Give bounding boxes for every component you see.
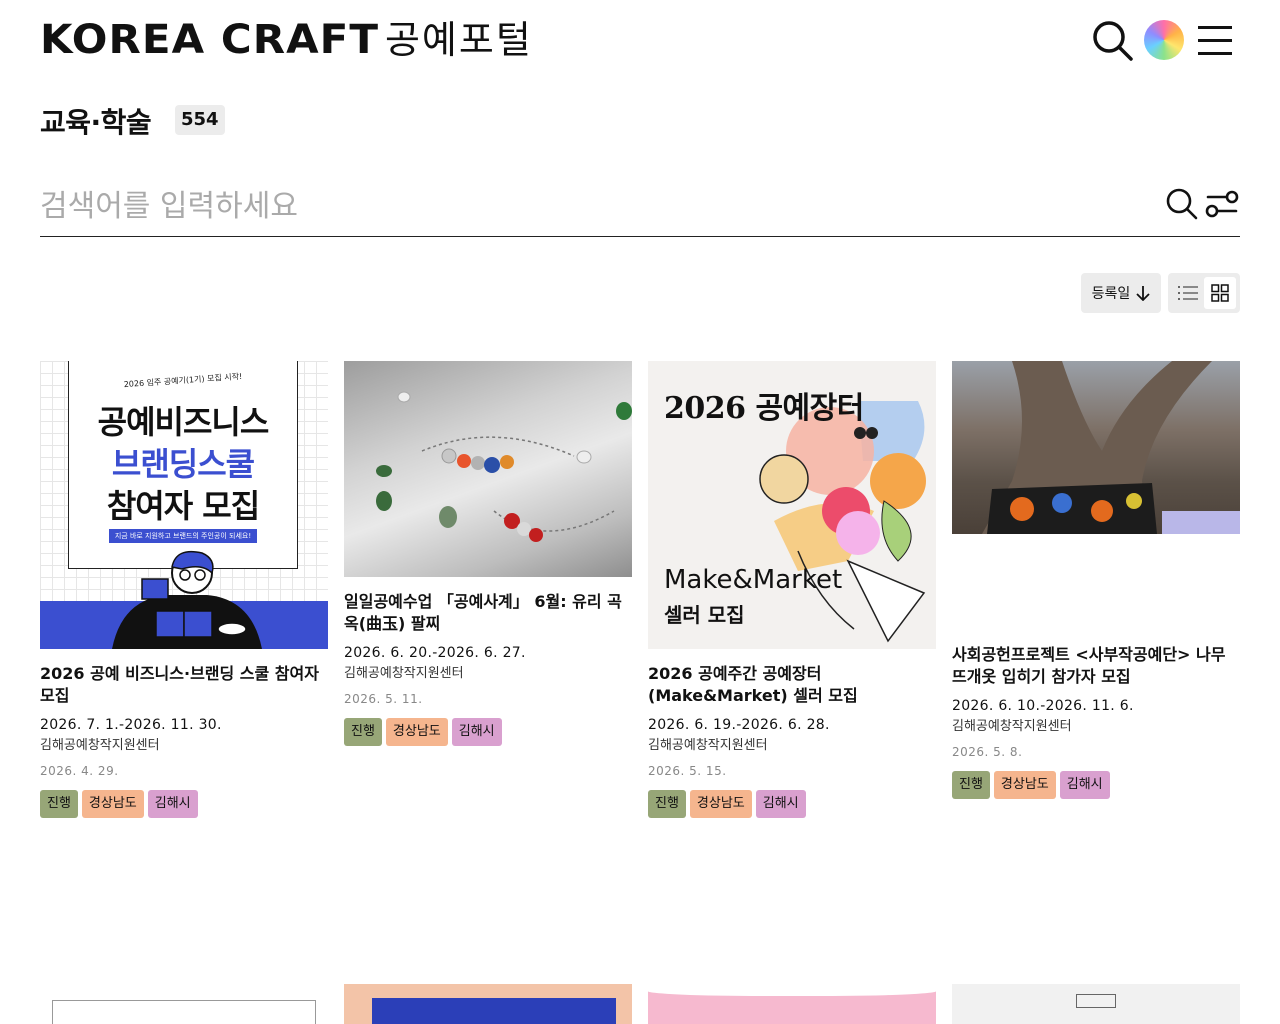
card-period: 2026. 6. 19.-2026. 6. 28. [648, 717, 830, 733]
tag-city: 김해시 [147, 790, 198, 818]
search-icon [1093, 21, 1133, 61]
card-thumbnail [1076, 994, 1116, 1008]
card-thumbnail [952, 361, 1240, 534]
tag-region: 경상남도 [81, 790, 144, 818]
tag-status: 진행 [952, 771, 990, 799]
result-count-badge: 554 [175, 105, 225, 135]
poster-small-text: 2026 임주 공예기(1기) 모집 시작! [123, 371, 243, 390]
poster-frame: 2026 임주 공예기(1기) 모집 시작! 공예비즈니스 브랜딩스쿨 참여자 … [68, 361, 298, 569]
tag-status: 진행 [344, 718, 382, 746]
site-logo[interactable]: KOREA CRAFT 공예포털 [40, 18, 533, 62]
card-thumbnail: 2026 임주 공예기(1기) 모집 시작! 공예비즈니스 브랜딩스쿨 참여자 … [40, 361, 328, 649]
program-card-next[interactable] [344, 984, 632, 1024]
poster-heading-2: 브랜딩스쿨 [111, 445, 255, 483]
program-card[interactable]: 일일공예수업 「공예사계」 6월: 유리 곡옥(曲玉) 팔찌 2026. 6. … [344, 361, 632, 746]
list-view-button[interactable] [1172, 277, 1204, 309]
program-card-next[interactable] [952, 984, 1240, 1024]
view-toggle [1168, 273, 1240, 313]
grid-view-icon [1211, 284, 1229, 302]
poster-heading-1: 공예비즈니스 [97, 403, 270, 441]
tag-city: 김해시 [755, 790, 806, 818]
card-thumbnail [648, 984, 936, 996]
poster-title: 2026 공예장터 [664, 391, 864, 426]
filter-button[interactable] [1204, 188, 1240, 220]
program-card-next[interactable] [40, 984, 328, 1024]
hamburger-menu-icon[interactable] [1196, 22, 1236, 58]
knitted-tree-photo [982, 361, 1240, 534]
program-card[interactable]: 2026 임주 공예기(1기) 모집 시작! 공예비즈니스 브랜딩스쿨 참여자 … [40, 361, 328, 818]
card-thumbnail [52, 1000, 316, 1024]
puzzle-person-illustration [112, 550, 262, 649]
program-card[interactable]: 사회공헌프로젝트 <사부작공예단> 나무뜨개옷 입히기 참가자 모집 2026.… [952, 361, 1240, 799]
poster-caption: 셀러 모집 [664, 603, 745, 627]
card-thumbnail [372, 998, 616, 1024]
card-period: 2026. 6. 20.-2026. 6. 27. [344, 645, 526, 661]
card-thumbnail-spacer [952, 534, 1240, 630]
search-underline [40, 236, 1240, 237]
arrow-down-icon [1136, 286, 1150, 301]
tag-region: 경상남도 [689, 790, 752, 818]
search-icon [1166, 188, 1198, 220]
program-card-next[interactable] [648, 984, 936, 1024]
tag-status: 진행 [40, 790, 78, 818]
card-title[interactable]: 일일공예수업 「공예사계」 6월: 유리 곡옥(曲玉) 팔찌 [344, 591, 632, 635]
program-card[interactable]: 2026 공예장터 Make&Market 셀러 모집 2026 공예주간 공예… [648, 361, 936, 818]
sort-label: 등록일 [1091, 286, 1131, 302]
list-view-icon [1178, 286, 1198, 300]
card-organization: 김해공예창작지원센터 [344, 666, 464, 681]
tag-city: 김해시 [1059, 771, 1110, 799]
card-thumbnail: 2026 공예장터 Make&Market 셀러 모집 [648, 361, 936, 649]
card-period: 2026. 7. 1.-2026. 11. 30. [40, 717, 222, 733]
card-tags: 진행 경상남도 김해시 [952, 771, 1240, 799]
card-registered-date: 2026. 5. 11. [344, 692, 423, 706]
card-thumbnail [344, 361, 632, 577]
logo-wordmark: KOREA CRAFT [40, 17, 380, 63]
card-tags: 진행 경상남도 김해시 [648, 790, 936, 818]
card-registered-date: 2026. 5. 8. [952, 745, 1023, 759]
card-organization: 김해공예창작지원센터 [648, 738, 768, 753]
poster-banner-text: 지금 바로 지원하고 브랜드의 주인공이 되세요! [109, 529, 257, 543]
card-registered-date: 2026. 5. 15. [648, 764, 727, 778]
header-search-button[interactable] [1090, 18, 1134, 62]
card-period: 2026. 6. 10.-2026. 11. 6. [952, 698, 1134, 714]
card-registered-date: 2026. 4. 29. [40, 764, 119, 778]
card-title[interactable]: 사회공헌프로젝트 <사부작공예단> 나무뜨개옷 입히기 참가자 모집 [952, 644, 1240, 688]
tag-city: 김해시 [451, 718, 502, 746]
card-title[interactable]: 2026 공예 비즈니스·브랜딩 스쿨 참여자 모집 [40, 663, 328, 707]
poster-subtitle: Make&Market [664, 565, 843, 595]
grid-view-button[interactable] [1204, 277, 1236, 309]
tag-region: 경상남도 [385, 718, 448, 746]
card-tags: 진행 경상남도 김해시 [344, 718, 632, 746]
glass-bead-bracelet-photo [376, 391, 632, 542]
filter-sliders-icon [1205, 190, 1239, 218]
logo-subtitle: 공예포털 [384, 18, 533, 62]
tag-status: 진행 [648, 790, 686, 818]
poster-heading-3: 참여자 모집 [106, 487, 260, 525]
card-tags: 진행 경상남도 김해시 [40, 790, 328, 818]
card-organization: 김해공예창작지원센터 [40, 738, 160, 753]
search-submit-button[interactable] [1164, 186, 1200, 222]
page-title: 교육·학술 [40, 106, 152, 139]
card-title[interactable]: 2026 공예주간 공예장터(Make&Market) 셀러 모집 [648, 663, 936, 707]
card-organization: 김해공예창작지원센터 [952, 719, 1072, 734]
tag-region: 경상남도 [993, 771, 1056, 799]
sort-button[interactable]: 등록일 [1081, 273, 1161, 313]
color-wheel-icon[interactable] [1144, 20, 1184, 60]
search-input[interactable] [40, 180, 1140, 232]
